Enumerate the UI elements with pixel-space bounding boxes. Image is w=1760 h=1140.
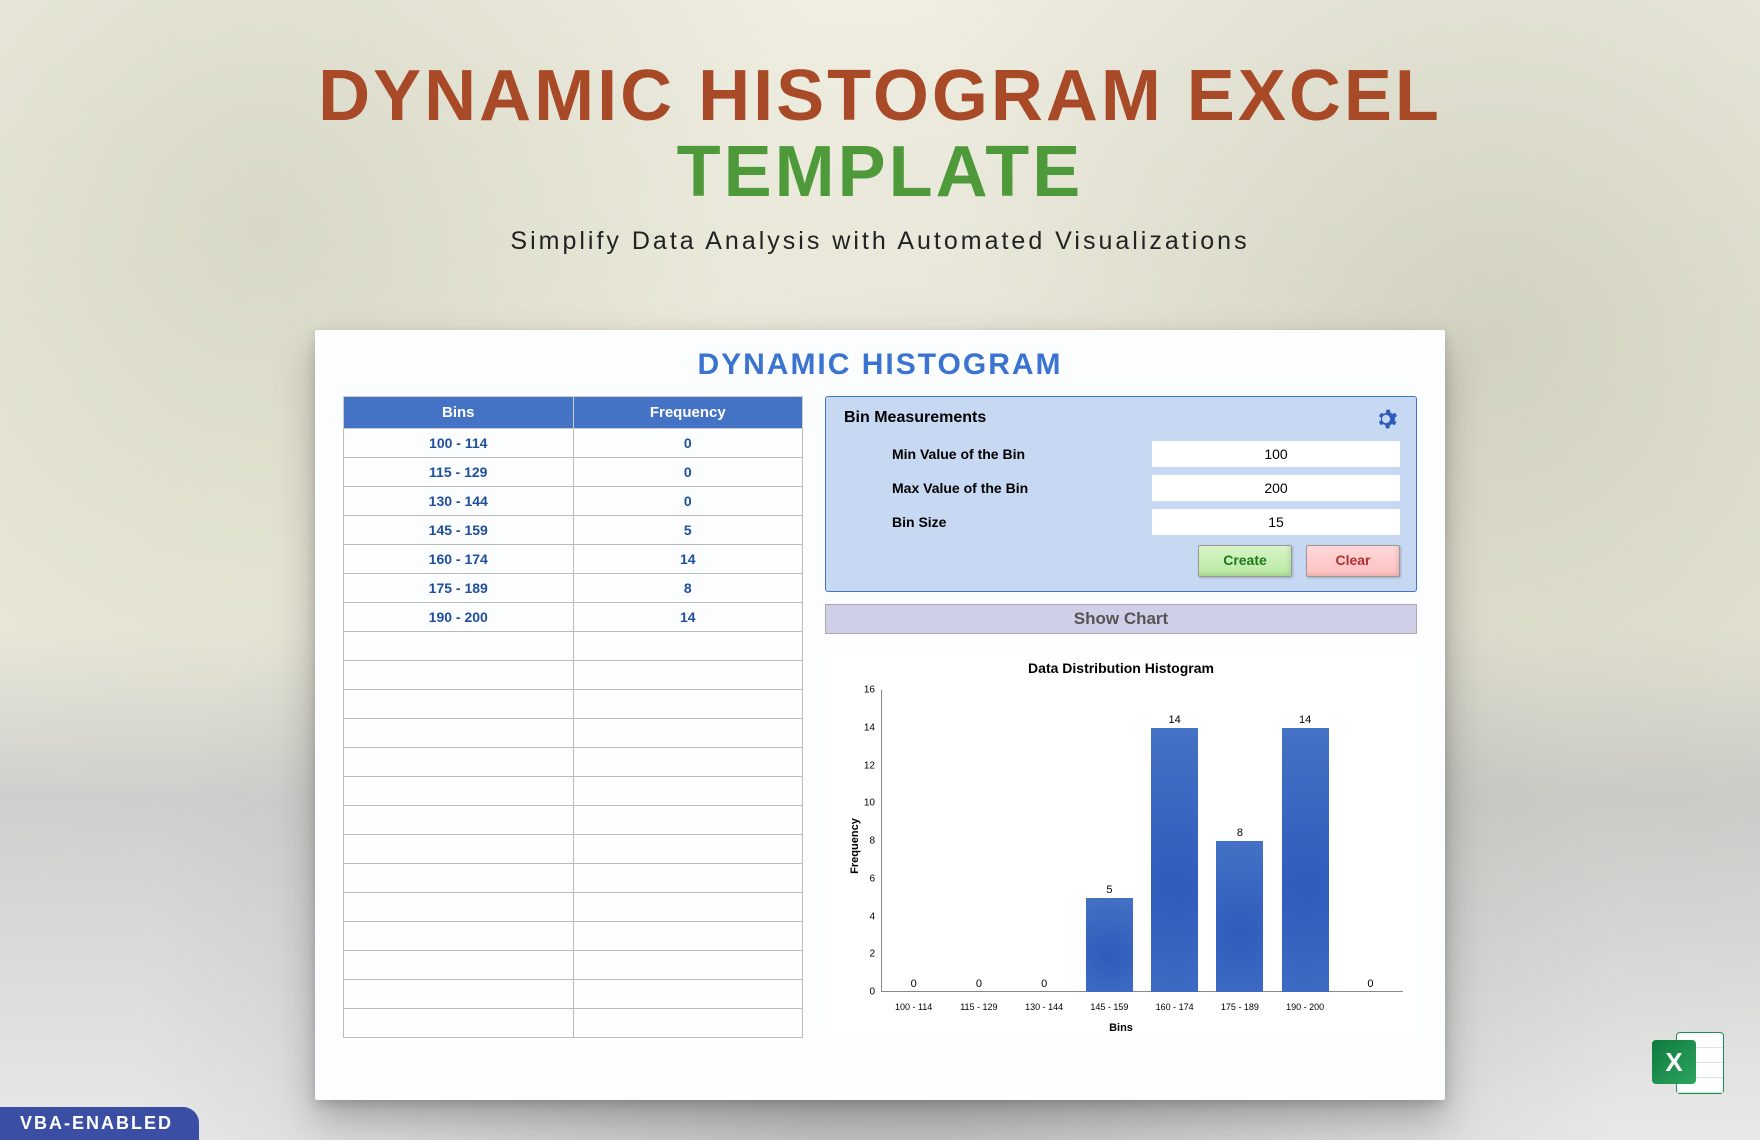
bar-value-label: 14: [1299, 714, 1311, 726]
y-tick: 6: [853, 873, 875, 884]
bar-slot: 0: [1338, 690, 1403, 992]
chart-title: Data Distribution Histogram: [825, 654, 1417, 676]
table-row[interactable]: [344, 777, 803, 806]
bar-category-label: 130 - 144: [1025, 1002, 1063, 1012]
frequency-cell: 0: [573, 429, 803, 458]
y-tick: 4: [853, 911, 875, 922]
bin-cell: 115 - 129: [344, 458, 574, 487]
bar-value-label: 8: [1237, 827, 1243, 839]
chart-x-axis-label: Bins: [825, 1022, 1417, 1034]
table-row[interactable]: [344, 980, 803, 1009]
bar-category-label: 190 - 200: [1286, 1002, 1324, 1012]
table-row[interactable]: [344, 864, 803, 893]
bar-category-label: 115 - 129: [960, 1002, 997, 1012]
title-line-2: TEMPLATE: [0, 131, 1760, 213]
excel-icon: X: [1652, 1026, 1724, 1098]
bin-cell: 100 - 114: [344, 429, 574, 458]
table-row[interactable]: [344, 951, 803, 980]
table-row[interactable]: [344, 1009, 803, 1038]
y-tick: 0: [853, 987, 875, 998]
table-row[interactable]: 100 - 1140: [344, 429, 803, 458]
clear-button[interactable]: Clear: [1306, 545, 1400, 577]
frequency-header: Frequency: [573, 397, 803, 429]
bin-size-input[interactable]: 15: [1152, 509, 1400, 535]
bar-slot: 0100 - 114: [881, 690, 946, 992]
histogram-bar: [1216, 841, 1263, 992]
bar-value-label: 0: [1367, 978, 1373, 990]
max-value-label: Max Value of the Bin: [844, 480, 1152, 496]
y-tick: 12: [853, 760, 875, 771]
bar-slot: 14160 - 174: [1142, 690, 1207, 992]
gear-icon[interactable]: [1372, 405, 1400, 438]
frequency-cell: 5: [573, 516, 803, 545]
table-row[interactable]: 175 - 1898: [344, 574, 803, 603]
vba-enabled-badge: VBA-ENABLED: [0, 1107, 199, 1140]
table-row[interactable]: [344, 690, 803, 719]
y-tick: 14: [853, 722, 875, 733]
y-tick: 10: [853, 798, 875, 809]
bar-value-label: 0: [911, 978, 917, 990]
y-tick: 2: [853, 949, 875, 960]
bin-cell: 190 - 200: [344, 603, 574, 632]
histogram-bar: [1282, 728, 1329, 992]
bar-slot: 0115 - 129: [946, 690, 1011, 992]
y-tick: 16: [853, 685, 875, 696]
card-title: DYNAMIC HISTOGRAM: [343, 348, 1417, 382]
create-button[interactable]: Create: [1198, 545, 1292, 577]
table-row[interactable]: [344, 719, 803, 748]
bins-table-wrap: Bins Frequency 100 - 1140115 - 1290130 -…: [343, 396, 803, 1038]
bin-cell: 130 - 144: [344, 487, 574, 516]
bar-category-label: 175 - 189: [1221, 1002, 1259, 1012]
y-tick: 8: [853, 836, 875, 847]
bins-table: Bins Frequency 100 - 1140115 - 1290130 -…: [343, 396, 803, 1038]
table-row[interactable]: [344, 806, 803, 835]
bin-measurements-panel: Bin Measurements Min Value of the Bin 10…: [825, 396, 1417, 592]
table-row[interactable]: 145 - 1595: [344, 516, 803, 545]
frequency-cell: 8: [573, 574, 803, 603]
bin-cell: 160 - 174: [344, 545, 574, 574]
frequency-cell: 0: [573, 458, 803, 487]
table-row[interactable]: 130 - 1440: [344, 487, 803, 516]
bar-slot: 14190 - 200: [1273, 690, 1338, 992]
bin-cell: 145 - 159: [344, 516, 574, 545]
histogram-chart: Data Distribution Histogram Frequency 01…: [825, 654, 1417, 1038]
histogram-bar: [1151, 728, 1198, 992]
frequency-cell: 0: [573, 487, 803, 516]
hero-title: DYNAMIC HISTOGRAM EXCEL TEMPLATE: [0, 0, 1760, 213]
title-line-1: DYNAMIC HISTOGRAM EXCEL: [0, 55, 1760, 137]
bar-slot: 0130 - 144: [1012, 690, 1077, 992]
bin-panel-title: Bin Measurements: [844, 409, 1400, 427]
bar-value-label: 14: [1169, 714, 1181, 726]
table-row[interactable]: 160 - 17414: [344, 545, 803, 574]
min-value-input[interactable]: 100: [1152, 441, 1400, 467]
bar-slot: 5145 - 159: [1077, 690, 1142, 992]
table-row[interactable]: [344, 835, 803, 864]
hero-subtitle: Simplify Data Analysis with Automated Vi…: [0, 227, 1760, 256]
table-row[interactable]: [344, 661, 803, 690]
bar-value-label: 0: [976, 978, 982, 990]
bar-category-label: 160 - 174: [1156, 1002, 1194, 1012]
histogram-bar: [1086, 898, 1133, 992]
min-value-label: Min Value of the Bin: [844, 446, 1152, 462]
bins-header: Bins: [344, 397, 574, 429]
template-card: DYNAMIC HISTOGRAM Bins Frequency 100 - 1…: [315, 330, 1445, 1100]
frequency-cell: 14: [573, 603, 803, 632]
bin-size-label: Bin Size: [844, 514, 1152, 530]
max-value-input[interactable]: 200: [1152, 475, 1400, 501]
bar-value-label: 0: [1041, 978, 1047, 990]
bin-cell: 175 - 189: [344, 574, 574, 603]
table-row[interactable]: 115 - 1290: [344, 458, 803, 487]
bar-category-label: 100 - 114: [895, 1002, 932, 1012]
show-chart-button[interactable]: Show Chart: [825, 604, 1417, 634]
table-row[interactable]: [344, 922, 803, 951]
bar-value-label: 5: [1106, 884, 1112, 896]
bar-category-label: 145 - 159: [1090, 1002, 1128, 1012]
table-row[interactable]: [344, 893, 803, 922]
table-row[interactable]: [344, 632, 803, 661]
frequency-cell: 14: [573, 545, 803, 574]
bar-slot: 8175 - 189: [1207, 690, 1272, 992]
table-row[interactable]: [344, 748, 803, 777]
table-row[interactable]: 190 - 20014: [344, 603, 803, 632]
